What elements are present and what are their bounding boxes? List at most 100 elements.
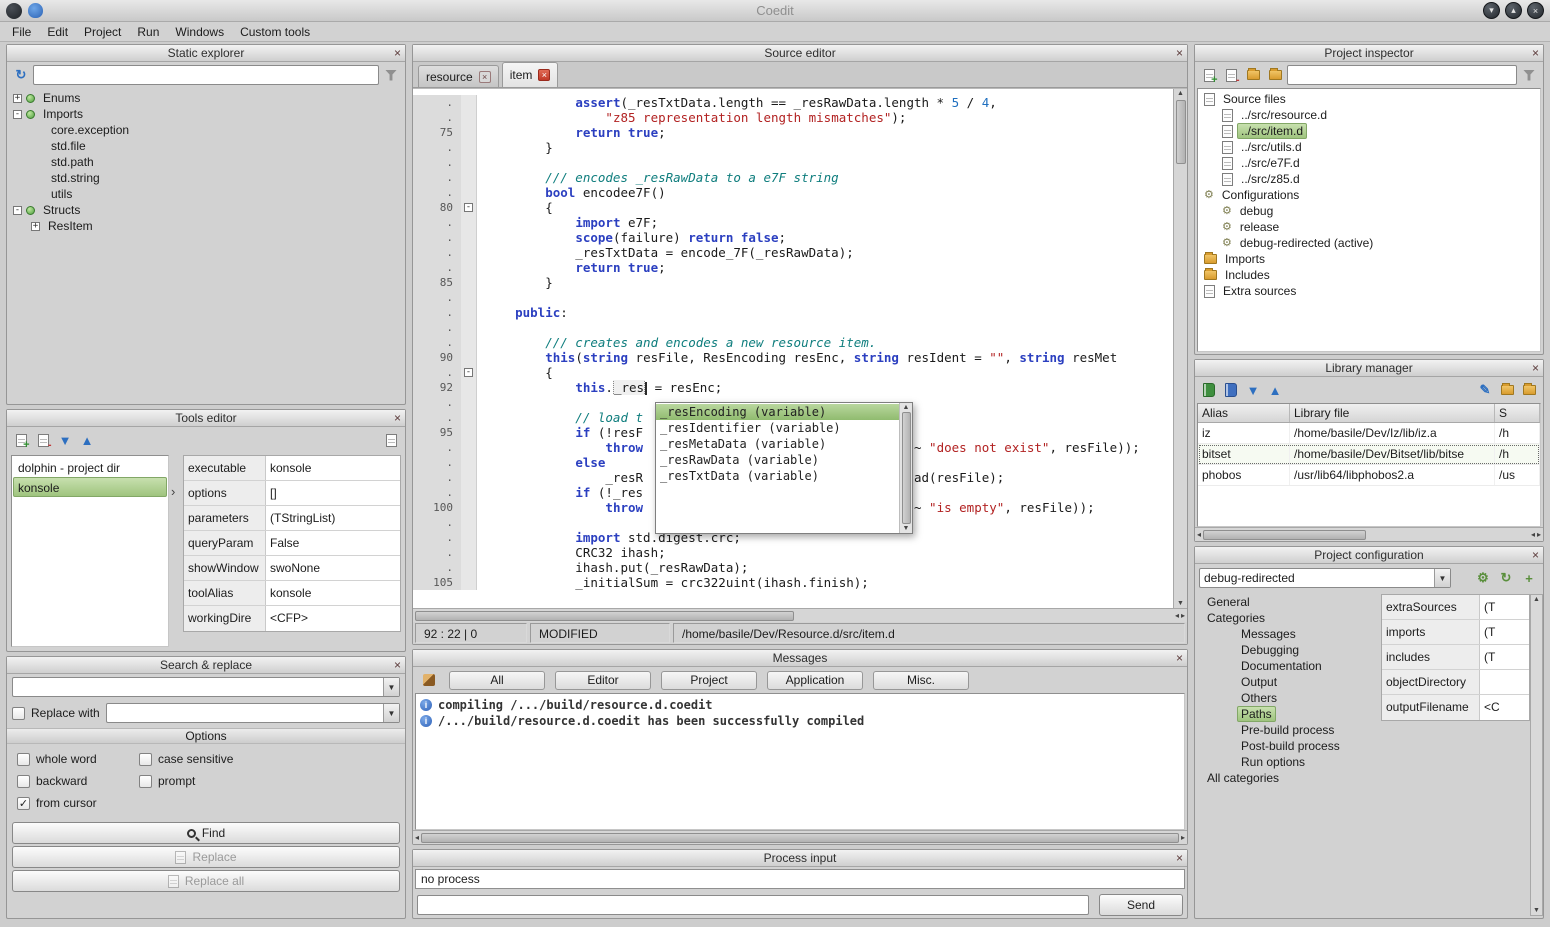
configuration-category[interactable]: Output <box>1199 674 1377 690</box>
completion-item[interactable]: _resEncoding (variable) <box>656 404 899 420</box>
fold-margin[interactable] <box>461 290 477 305</box>
configuration-category[interactable]: Post-build process <box>1199 738 1377 754</box>
inspector-tree-item[interactable]: ../src/item.d <box>1200 123 1538 139</box>
fold-margin[interactable] <box>461 260 477 275</box>
scroll-up-icon[interactable]: ▲ <box>903 404 910 411</box>
library-row[interactable]: bitset/home/basile/Dev/Bitset/lib/bitse/… <box>1198 444 1540 465</box>
fold-margin[interactable] <box>461 305 477 320</box>
fold-margin[interactable] <box>461 95 477 110</box>
completion-item[interactable]: _resIdentifier (variable) <box>656 420 899 436</box>
fold-margin[interactable] <box>461 395 477 410</box>
sources-folder-icon[interactable] <box>1243 65 1263 85</box>
fold-margin[interactable] <box>461 470 477 485</box>
configuration-category[interactable]: Documentation <box>1199 658 1377 674</box>
inspector-tree-item[interactable]: Extra sources <box>1200 283 1538 299</box>
inspector-tree-item[interactable]: ../src/resource.d <box>1200 107 1538 123</box>
option-whole-word[interactable]: whole word <box>17 750 135 768</box>
collapse-icon[interactable]: - <box>13 110 22 119</box>
inspector-tree-item[interactable]: ⚙debug-redirected (active) <box>1200 235 1538 251</box>
explorer-tree-item[interactable]: -Imports <box>9 106 403 122</box>
search-combo[interactable]: ▼ <box>12 677 400 697</box>
scroll-right-icon[interactable]: ▸ <box>1537 530 1541 539</box>
fold-margin[interactable] <box>461 500 477 515</box>
fold-margin[interactable] <box>461 215 477 230</box>
fold-margin[interactable] <box>461 185 477 200</box>
configuration-category[interactable]: Categories <box>1199 610 1377 626</box>
inspector-tree-item[interactable]: ⚙release <box>1200 219 1538 235</box>
explorer-tree-item[interactable]: core.exception <box>9 122 403 138</box>
fold-margin[interactable] <box>461 245 477 260</box>
filter-icon[interactable] <box>1519 65 1539 85</box>
inspector-tree-item[interactable]: ../src/utils.d <box>1200 139 1538 155</box>
inspector-tree-item[interactable]: ../src/z85.d <box>1200 171 1538 187</box>
filter-editor[interactable]: Editor <box>555 671 651 690</box>
paw-icon[interactable] <box>28 3 43 18</box>
close-icon[interactable]: × <box>394 658 401 672</box>
fold-margin[interactable] <box>461 125 477 140</box>
close-icon[interactable]: × <box>1176 851 1183 865</box>
expand-icon[interactable]: + <box>31 222 40 231</box>
fold-margin[interactable] <box>461 230 477 245</box>
project-inspector-search-input[interactable] <box>1287 65 1517 85</box>
fold-margin[interactable] <box>461 170 477 185</box>
configuration-category[interactable]: All categories <box>1199 770 1377 786</box>
property-value[interactable]: (TStringList) <box>266 506 400 530</box>
remove-folder-icon[interactable] <box>1519 380 1539 400</box>
message-log[interactable]: icompiling /.../build/resource.d.coediti… <box>415 693 1185 830</box>
edit-library-icon[interactable]: ✎ <box>1475 380 1495 400</box>
property-value[interactable]: <CFP> <box>266 606 400 631</box>
configuration-category[interactable]: Others <box>1199 690 1377 706</box>
completion-scrollbar[interactable]: ▲ ▼ <box>899 403 912 533</box>
option-from-cursor[interactable]: ✓from cursor <box>17 794 135 812</box>
messages-hscrollbar[interactable]: ◂ ▸ <box>413 830 1187 844</box>
editor-vscrollbar[interactable]: ▲ ▼ <box>1173 89 1187 608</box>
fold-margin[interactable] <box>461 140 477 155</box>
sync-configs-icon[interactable]: ↻ <box>1496 568 1516 588</box>
fold-margin[interactable] <box>461 530 477 545</box>
explorer-tree-item[interactable]: -Structs <box>9 202 403 218</box>
filter-project[interactable]: Project <box>661 671 757 690</box>
titlebar[interactable]: Coedit ▾ ▴ × <box>0 0 1550 22</box>
static-explorer-header[interactable]: Static explorer × <box>7 45 405 62</box>
property-value[interactable]: (T <box>1480 595 1529 619</box>
chevron-down-icon[interactable]: ▼ <box>383 704 399 722</box>
inspector-tree-item[interactable]: Source files <box>1200 91 1538 107</box>
fold-margin[interactable]: - <box>461 200 477 215</box>
fold-collapse-icon[interactable]: - <box>464 203 473 212</box>
configuration-category[interactable]: Paths <box>1199 706 1377 722</box>
menu-custom-tools[interactable]: Custom tools <box>232 23 318 41</box>
fold-margin[interactable] <box>461 155 477 170</box>
replace-all-button[interactable]: Replace all <box>12 870 400 892</box>
tool-property-row[interactable]: parameters(TStringList) <box>184 506 400 531</box>
project-configuration-header[interactable]: Project configuration × <box>1195 547 1543 564</box>
scroll-right-icon[interactable]: ▸ <box>1181 833 1185 842</box>
property-value[interactable]: (T <box>1480 620 1529 644</box>
close-icon[interactable]: × <box>1176 651 1183 665</box>
collapse-icon[interactable]: - <box>13 206 22 215</box>
scroll-left-icon[interactable]: ◂ <box>1175 611 1179 620</box>
option-prompt[interactable]: prompt <box>139 772 399 790</box>
explorer-tree-item[interactable]: std.file <box>9 138 403 154</box>
tool-property-row[interactable]: toolAliaskonsole <box>184 581 400 606</box>
close-icon[interactable]: × <box>1532 361 1539 375</box>
refresh-project-icon[interactable] <box>1265 65 1285 85</box>
fold-margin[interactable] <box>461 335 477 350</box>
configuration-vscrollbar[interactable]: ▲ ▼ <box>1530 594 1543 916</box>
chevron-down-icon[interactable]: ▼ <box>383 678 399 696</box>
menu-project[interactable]: Project <box>76 23 129 41</box>
tools-editor-header[interactable]: Tools editor × <box>7 410 405 427</box>
property-value[interactable]: (T <box>1480 645 1529 669</box>
scroll-down-icon[interactable]: ▼ <box>1177 600 1184 607</box>
add-library-icon[interactable] <box>1199 380 1219 400</box>
filter-all[interactable]: All <box>449 671 545 690</box>
close-icon[interactable]: × <box>1532 548 1539 562</box>
fold-margin[interactable] <box>461 350 477 365</box>
fold-margin[interactable]: - <box>461 365 477 380</box>
clone-tool-icon[interactable] <box>381 430 401 450</box>
project-inspector-header[interactable]: Project inspector × <box>1195 45 1543 62</box>
search-replace-header[interactable]: Search & replace × <box>7 657 405 674</box>
inspector-tree-item[interactable]: ⚙Configurations <box>1200 187 1538 203</box>
fold-margin[interactable] <box>461 320 477 335</box>
scroll-left-icon[interactable]: ◂ <box>1197 530 1201 539</box>
filter-icon[interactable] <box>381 65 401 85</box>
